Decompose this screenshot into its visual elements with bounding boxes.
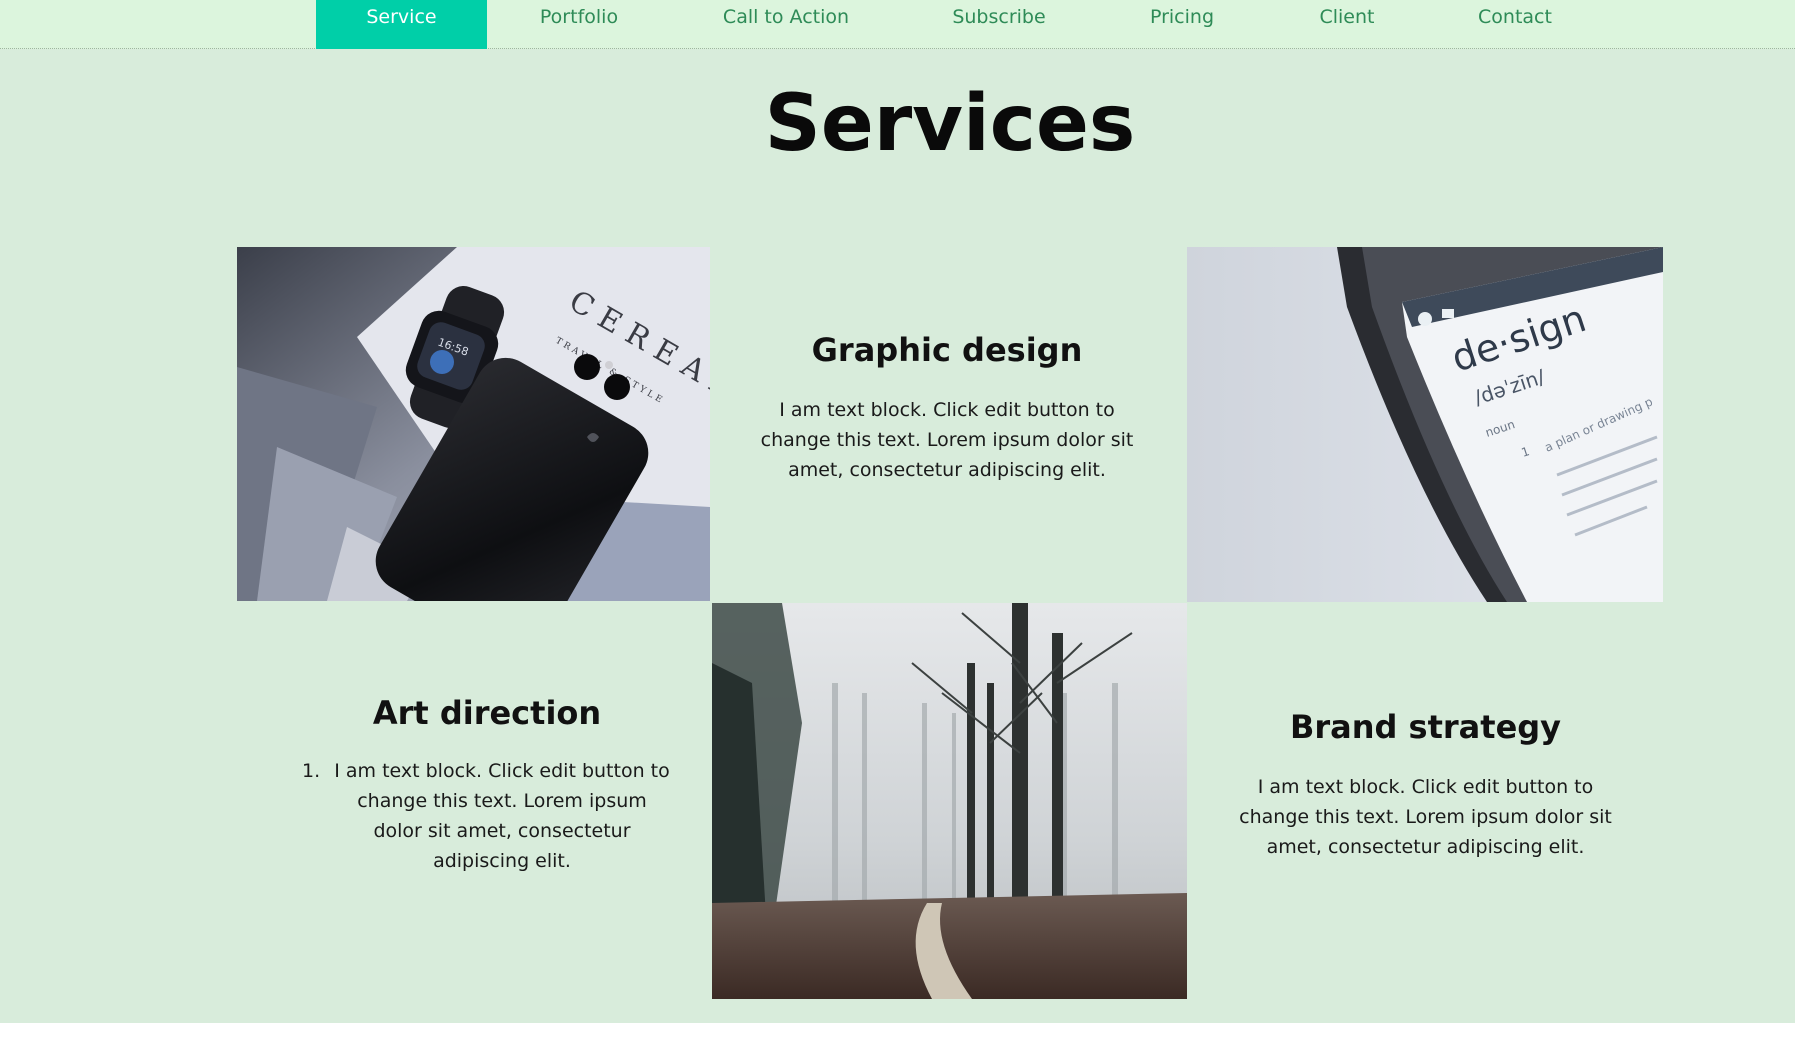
nav-item-client[interactable]: Client [1280, 0, 1414, 49]
list-number: 1. [302, 760, 321, 782]
page: Service Portfolio Call to Action Subscri… [0, 0, 1795, 1058]
devices-illustration: CEREAL TRAVEL & STYLE 16:58 [237, 247, 710, 601]
nav-item-subscribe[interactable]: Subscribe [920, 0, 1078, 49]
forest-photo [712, 603, 1187, 999]
nav-item-service[interactable]: Service [316, 0, 487, 49]
brand-strategy-text: I am text block. Click edit button to ch… [1239, 776, 1612, 858]
graphic-design-heading: Graphic design [811, 331, 1083, 369]
services-section: Services CEREAL TRAVEL & STYLE 16:58 Gra… [0, 49, 1795, 1023]
list-item: 1. I am text block. Click edit button to… [302, 756, 672, 876]
nav-item-call-to-action[interactable]: Call to Action [690, 0, 882, 49]
phone-design-photo: de·sign /dəˈzīn/ noun 1 a plan or drawin… [1187, 247, 1663, 602]
art-direction-list: 1. I am text block. Click edit button to… [302, 756, 672, 876]
nav-item-portfolio[interactable]: Portfolio [500, 0, 658, 49]
section-title: Services [764, 79, 1136, 169]
graphic-design-text: I am text block. Click edit button to ch… [760, 399, 1134, 481]
art-direction-block: Art direction 1. I am text block. Click … [302, 694, 672, 876]
nav-item-contact[interactable]: Contact [1440, 0, 1590, 49]
art-direction-heading: Art direction [372, 694, 602, 732]
devices-photo: CEREAL TRAVEL & STYLE 16:58 [237, 247, 710, 601]
phone-illustration: de·sign /dəˈzīn/ noun 1 a plan or drawin… [1187, 247, 1663, 602]
graphic-design-block: Graphic design I am text block. Click ed… [742, 331, 1152, 485]
forest-illustration [712, 603, 1187, 999]
brand-strategy-heading: Brand strategy [1289, 708, 1562, 746]
top-nav: Service Portfolio Call to Action Subscri… [0, 0, 1795, 49]
brand-strategy-block: Brand strategy I am text block. Click ed… [1228, 708, 1623, 862]
art-direction-text: I am text block. Click edit button to ch… [334, 760, 670, 872]
nav-item-pricing[interactable]: Pricing [1108, 0, 1256, 49]
